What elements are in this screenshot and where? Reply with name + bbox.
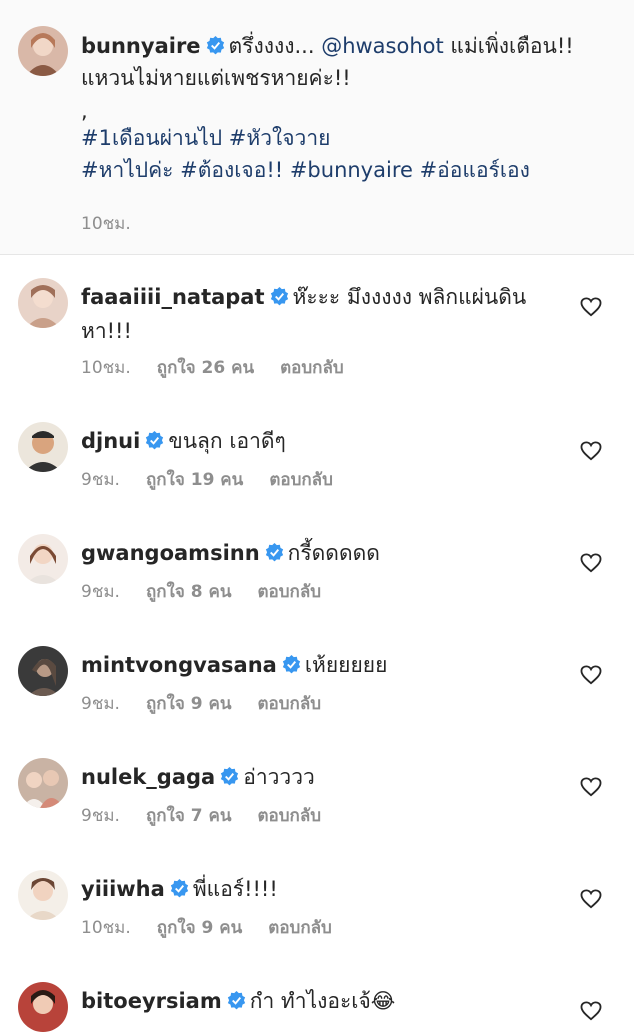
avatar[interactable] [18,982,68,1032]
verified-badge-icon [145,431,164,450]
caption-meta: 10ชม. [81,210,157,237]
verified-badge-icon [220,767,239,786]
like-heart-icon[interactable] [580,441,602,461]
likes-count[interactable]: ถูกใจ 9 คน [157,918,243,938]
avatar[interactable] [18,534,68,584]
avatar[interactable] [18,26,68,76]
caption-line1: ตรึ่งงงง... [228,34,322,58]
comment-text-line2: หา!!! [81,319,132,343]
like-heart-icon[interactable] [580,777,602,797]
avatar[interactable] [18,422,68,472]
comment-meta: 9ชม. ถูกใจ 7 คน ตอบกลับ [81,802,347,829]
reply-button[interactable]: ตอบกลับ [257,582,321,602]
comment-time: 9ชม. [81,806,120,826]
comment-text: เห้ยยยยย [304,653,388,677]
comment-username[interactable]: yiiiwha [81,877,165,901]
verified-badge-icon [227,991,246,1010]
comment-time: 10ชม. [81,358,131,378]
comment-username[interactable]: gwangoamsinn [81,541,260,565]
hashtags-line1[interactable]: #1เดือนผ่านไป #หัวใจวาย [81,122,621,154]
likes-count[interactable]: ถูกใจ 26 คน [157,358,254,378]
like-heart-icon[interactable] [580,1001,602,1021]
caption-time: 10ชม. [81,214,131,234]
like-heart-icon[interactable] [580,665,602,685]
comment-time: 9ชม. [81,470,120,490]
comment-text: กรี้ดดดดด [287,541,380,565]
reply-button[interactable]: ตอบกลับ [269,470,333,490]
caption-line2: แหวนไม่หายแต่เพชรหายค่ะ!! [81,66,351,90]
avatar[interactable] [18,646,68,696]
verified-badge-icon [270,287,289,306]
comment-meta: 9ชม. ถูกใจ 8 คน ตอบกลับ [81,578,347,605]
comment-text: อ่าวววว [243,765,315,789]
like-heart-icon[interactable] [580,889,602,909]
mention-link[interactable]: @hwasohot [321,34,444,58]
avatar[interactable] [18,278,68,328]
comment-text: ขนลุก เอาดีๆ [168,429,286,453]
avatar[interactable] [18,870,68,920]
reply-button[interactable]: ตอบกลับ [257,694,321,714]
comment-username[interactable]: faaaiiii_natapat [81,285,265,309]
verified-badge-icon [282,655,301,674]
comment-text: พี่แอร์!!!! [192,877,278,901]
likes-count[interactable]: ถูกใจ 8 คน [146,582,232,602]
reply-button[interactable]: ตอบกลับ [257,806,321,826]
laughing-emoji-icon: 😂 [370,989,396,1013]
comment-time: 10ชม. [81,918,131,938]
likes-count[interactable]: ถูกใจ 7 คน [146,806,232,826]
verified-badge-icon [170,879,189,898]
caption-username[interactable]: bunnyaire [81,34,201,58]
verified-badge-icon [265,543,284,562]
comment-meta: 9ชม. ถูกใจ 9 คน ตอบกลับ [81,690,347,717]
reply-button[interactable]: ตอบกลับ [268,918,332,938]
comment-meta: 10ชม. ถูกใจ 26 คน ตอบกลับ [81,354,370,381]
comment-time: 9ชม. [81,694,120,714]
verified-badge-icon [206,36,225,55]
comment-username[interactable]: mintvongvasana [81,653,277,677]
comment-username[interactable]: nulek_gaga [81,765,215,789]
comment-meta: 9ชม. ถูกใจ 19 คน ตอบกลับ [81,466,359,493]
likes-count[interactable]: ถูกใจ 19 คน [146,470,243,490]
like-heart-icon[interactable] [580,553,602,573]
comment-meta: 10ชม. ถูกใจ 9 คน ตอบกลับ [81,914,358,941]
caption-line3: , [81,99,88,123]
avatar[interactable] [18,758,68,808]
caption-text: bunnyaire ตรึ่งงงง... @hwasohot แม่เพิ่งเ… [81,30,621,186]
comment-time: 9ชม. [81,582,120,602]
comment-text: ห๊ะะะ มึงงงงง พลิกแผ่นดิน [292,285,527,309]
comment-username[interactable]: djnui [81,429,140,453]
reply-button[interactable]: ตอบกลับ [280,358,344,378]
comment-text: กำ ทำไงอะเจ้ [249,989,371,1013]
likes-count[interactable]: ถูกใจ 9 คน [146,694,232,714]
comment-username[interactable]: bitoeyrsiam [81,989,222,1013]
caption-line1-end: แม่เพิ่งเตือน!! [443,34,574,58]
hashtags-line2[interactable]: #หาไปค่ะ #ต้องเจอ!! #bunnyaire #อ่อแอร์เ… [81,154,621,186]
like-heart-icon[interactable] [580,297,602,317]
post-caption: bunnyaire ตรึ่งงงง... @hwasohot แม่เพิ่งเ… [0,0,634,255]
